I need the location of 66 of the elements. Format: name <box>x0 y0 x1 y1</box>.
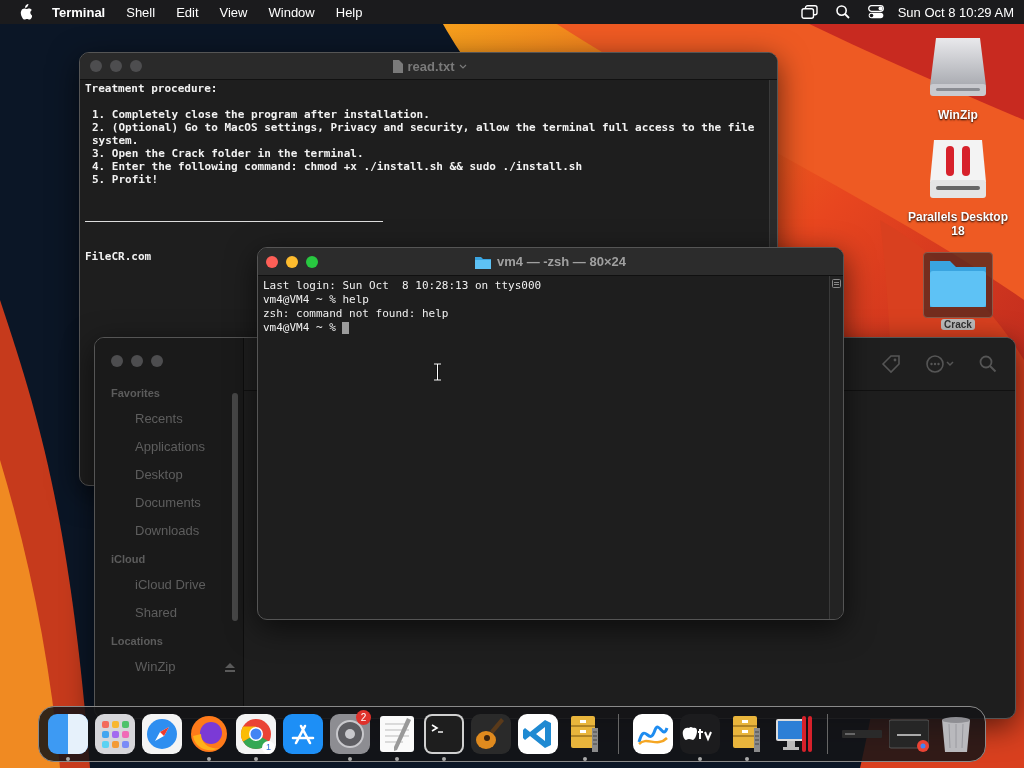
sidebar-item[interactable]: Shared <box>111 599 235 627</box>
text-line: 5. Profit! <box>92 173 160 186</box>
control-center-icon[interactable] <box>867 5 884 19</box>
terminal-icon[interactable] <box>423 714 464 754</box>
terminal-line: Last login: Sun Oct 8 10:28:13 on ttys000 <box>263 279 543 293</box>
text-heading: Treatment procedure: <box>85 82 219 95</box>
window-title: read.txt <box>407 58 455 74</box>
scroll-bar[interactable] <box>829 276 843 619</box>
grid-icon[interactable] <box>94 714 135 754</box>
eject-icon[interactable] <box>225 662 235 672</box>
sidebar-item[interactable]: Downloads <box>111 517 235 545</box>
sidebar-item[interactable]: Applications <box>111 433 235 461</box>
text-line: FileCR.com <box>85 250 152 263</box>
icon-label: Parallels Desktop 18 <box>906 210 1010 238</box>
terminal-prompt: vm4@VM4 ~ % <box>263 321 337 335</box>
text-line: 3. Open the Crack folder in the terminal. <box>92 147 365 160</box>
terminal-line: vm4@VM4 ~ % help <box>263 293 370 307</box>
sidebar-heading: Locations <box>111 635 164 647</box>
minimize-button[interactable] <box>286 255 298 268</box>
sidebar-item[interactable]: Desktop <box>111 461 235 489</box>
windows-icon[interactable] <box>800 5 818 19</box>
text-cursor-icon <box>433 363 442 381</box>
menu-clock[interactable]: Sun Oct 8 10:29 AM <box>897 4 1014 20</box>
chrome-icon[interactable] <box>235 714 276 754</box>
tv-app-icon[interactable] <box>679 714 720 754</box>
close-button[interactable] <box>266 255 278 268</box>
drive-icon[interactable] <box>928 138 988 200</box>
split-square-icon[interactable] <box>47 714 88 754</box>
guitar-icon[interactable] <box>470 714 511 754</box>
gear-icon[interactable] <box>329 714 370 754</box>
sidebar-item[interactable]: Recents <box>111 405 235 433</box>
sidebar-item[interactable]: iCloud Drive <box>111 571 235 599</box>
sidebar-item[interactable]: WinZip <box>111 653 235 681</box>
folder-icon <box>475 254 491 269</box>
code-editor-icon[interactable] <box>517 714 558 754</box>
document-icon <box>391 59 403 73</box>
notification-badge: 2 <box>356 710 371 725</box>
menu-item[interactable]: Window <box>268 4 315 20</box>
menu-item[interactable]: View <box>219 4 248 20</box>
terminal-line: zsh: command not found: help <box>263 307 450 321</box>
drive-icon[interactable] <box>928 36 988 98</box>
text-line: 2. (Optional) Go to MacOS settings, Privacy and security, allow the terminal full access to the file system. <box>92 121 756 147</box>
menu-item[interactable]: Help <box>335 4 363 20</box>
compass-icon[interactable] <box>141 714 182 754</box>
zoom-button[interactable] <box>306 255 318 268</box>
chevron-down-icon[interactable] <box>459 63 468 69</box>
whiteboard-icon[interactable] <box>632 714 673 754</box>
scroll-bar[interactable] <box>232 393 238 621</box>
icon-label: Crack <box>941 319 975 330</box>
icon-label: WinZip <box>938 108 978 122</box>
globe-icon[interactable] <box>188 714 229 754</box>
text-line: 4. Enter the following command: chmod +x ./install.sh && sudo ./install.sh <box>92 160 584 173</box>
sidebar-item[interactable]: Documents <box>111 489 235 517</box>
search-icon[interactable] <box>835 5 850 19</box>
split-pane-icon[interactable] <box>832 279 841 288</box>
window-title: vm4 — -zsh — 80×24 <box>497 254 626 269</box>
menu-item[interactable]: Terminal <box>52 4 106 20</box>
sidebar-heading: Favorites <box>111 387 161 399</box>
monitor-icon[interactable] <box>773 714 814 754</box>
text-line: 1. Completely close the program after installation. <box>92 108 431 121</box>
app-store-icon[interactable] <box>282 714 323 754</box>
apple-logo-icon[interactable] <box>18 4 32 20</box>
text-cursor <box>342 322 350 334</box>
menu-item[interactable]: Shell <box>126 4 156 20</box>
sidebar-heading: iCloud <box>111 553 147 565</box>
menu-item[interactable]: Edit <box>176 4 199 20</box>
